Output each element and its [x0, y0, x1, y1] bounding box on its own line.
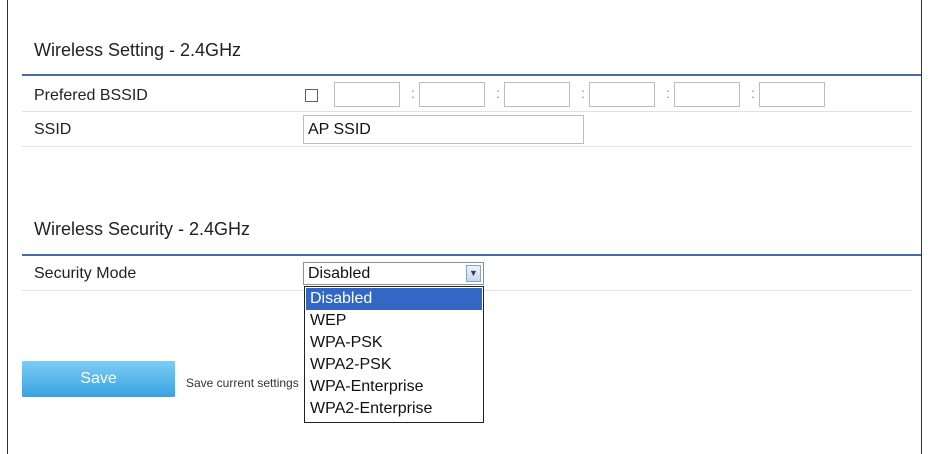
section-divider: [22, 254, 921, 256]
ssid-label: SSID: [34, 121, 72, 138]
chevron-down-icon[interactable]: ▼: [466, 265, 481, 282]
security-option-wpa2-enterprise[interactable]: WPA2-Enterprise: [306, 398, 482, 420]
security-option-wpa-psk[interactable]: WPA-PSK: [306, 332, 482, 354]
bssid-octet-1[interactable]: [334, 82, 400, 107]
security-mode-label: Security Mode: [34, 265, 137, 282]
section-divider: [22, 74, 921, 76]
frame-right-border: [921, 0, 922, 454]
ssid-input[interactable]: [303, 115, 584, 144]
bssid-octet-4[interactable]: [589, 82, 655, 107]
bssid-separator: :: [496, 85, 500, 101]
security-option-wpa2-psk[interactable]: WPA2-PSK: [306, 354, 482, 376]
security-option-wep[interactable]: WEP: [306, 310, 482, 332]
security-option-wpa-enterprise[interactable]: WPA-Enterprise: [306, 376, 482, 398]
bssid-octet-3[interactable]: [504, 82, 570, 107]
security-mode-dropdown-list: Disabled WEP WPA-PSK WPA2-PSK WPA-Enterp…: [304, 286, 484, 423]
bssid-separator: :: [581, 85, 585, 101]
bssid-octet-5[interactable]: [674, 82, 740, 107]
wireless-security-title: Wireless Security - 2.4GHz: [34, 219, 251, 239]
security-option-disabled[interactable]: Disabled: [306, 288, 482, 310]
preferred-bssid-label: Prefered BSSID: [34, 87, 148, 104]
bssid-separator: :: [751, 85, 755, 101]
wireless-setting-title: Wireless Setting - 2.4GHz: [34, 40, 242, 60]
save-description: Save current settings: [186, 376, 299, 390]
security-mode-select[interactable]: Disabled ▼: [303, 262, 484, 285]
bssid-octet-6[interactable]: [759, 82, 825, 107]
frame-left-border: [7, 0, 8, 454]
bssid-octet-2[interactable]: [419, 82, 485, 107]
preferred-bssid-checkbox[interactable]: [305, 89, 318, 102]
row-divider: [22, 111, 912, 112]
bssid-separator: :: [666, 85, 670, 101]
save-button[interactable]: Save: [22, 361, 175, 397]
bssid-separator: :: [411, 85, 415, 101]
row-divider: [22, 146, 912, 147]
security-mode-value: Disabled: [308, 265, 371, 282]
